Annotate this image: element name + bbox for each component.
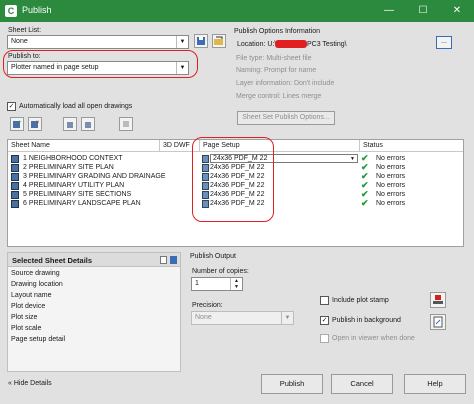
publish-in-background-checkbox[interactable]: ✓ (320, 316, 329, 325)
svg-text:×: × (36, 120, 40, 126)
app-icon: C (5, 5, 17, 17)
hide-details-label: Hide Details (13, 380, 52, 387)
detail-drawing-location: Drawing location (11, 281, 63, 288)
move-up-icon[interactable] (63, 117, 77, 131)
precision-value: None (195, 314, 212, 321)
layer-info: Layer information: Don't include (236, 80, 335, 87)
stepper-arrows-icon[interactable]: ▲ ▼ (230, 278, 242, 290)
maximize-button[interactable]: ☐ (406, 0, 440, 22)
detail-plot-size: Plot size (11, 314, 38, 321)
close-button[interactable]: ✕ (440, 0, 474, 22)
highlight-annotation (3, 50, 198, 78)
copy-icon[interactable] (160, 256, 167, 264)
svg-text:+: + (18, 120, 22, 126)
merge-control-info: Merge control: Lines merge (236, 93, 322, 100)
column-header-status[interactable]: Status (360, 140, 463, 152)
sheet-icon (11, 155, 19, 163)
add-sheets-icon[interactable]: + (10, 117, 24, 131)
details-icon[interactable] (170, 256, 177, 264)
plot-stamp-icon[interactable] (119, 117, 133, 131)
sheet-icon (11, 200, 19, 208)
sheet-icon (11, 191, 19, 199)
status-text: No errors (376, 155, 406, 162)
publish-options-header: Publish Options Information (234, 28, 320, 35)
sheet-name: 1 NEIGHBORHOOD CONTEXT (23, 155, 123, 162)
plot-stamp-settings-icon[interactable] (430, 292, 446, 308)
detail-plot-device: Plot device (11, 303, 46, 310)
detail-source-drawing: Source drawing (11, 270, 60, 277)
auto-load-checkbox[interactable]: ✓ (7, 102, 16, 111)
detail-plot-scale: Plot scale (11, 325, 42, 332)
help-button[interactable]: Help (404, 374, 466, 394)
chevron-down-icon: ▼ (350, 156, 355, 162)
publish-output-header: Publish Output (190, 253, 236, 260)
status-text: No errors (376, 191, 406, 198)
hide-details-link[interactable]: « Hide Details (8, 380, 52, 387)
checkmark-icon: ✔ (361, 198, 369, 208)
sheet-name: 5 PRELIMINARY SITE SECTIONS (23, 191, 132, 198)
location-label: Location: U:\ (237, 41, 277, 48)
copies-label: Number of copies: (192, 268, 249, 275)
status-text: No errors (376, 182, 406, 189)
detail-layout-name: Layout name (11, 292, 52, 299)
title-bar: C Publish — ☐ ✕ (0, 0, 474, 22)
chevron-down-icon: ▼ (281, 312, 293, 324)
load-sheet-list-icon[interactable] (212, 34, 226, 48)
window-title: Publish (22, 5, 52, 15)
location-suffix: PC3 Testing\ (307, 41, 347, 48)
sheet-name: 2 PRELIMINARY SITE PLAN (23, 164, 114, 171)
selected-details-header: Selected Sheet Details (8, 253, 180, 267)
sheet-name: 3 PRELIMINARY GRADING AND DRAINAGE (23, 173, 166, 180)
naming-info: Naming: Prompt for name (236, 67, 317, 74)
sheet-list-value: None (11, 38, 28, 45)
auto-load-label: Automatically load all open drawings (19, 103, 133, 110)
sheet-icon (11, 173, 19, 181)
highlight-annotation (192, 137, 274, 222)
precision-label: Precision: (192, 302, 223, 309)
save-sheet-list-icon[interactable] (194, 34, 208, 48)
sheet-name: 4 PRELIMINARY UTILITY PLAN (23, 182, 125, 189)
column-header-sheet-name[interactable]: Sheet Name (8, 140, 160, 152)
sheet-icon (11, 182, 19, 190)
include-plot-stamp-checkbox[interactable] (320, 296, 329, 305)
copies-value: 1 (195, 280, 199, 287)
copies-stepper[interactable]: 1 ▲ ▼ (191, 277, 243, 291)
status-text: No errors (376, 173, 406, 180)
move-down-icon[interactable] (81, 117, 95, 131)
publish-button[interactable]: Publish (261, 374, 323, 394)
background-settings-icon[interactable] (430, 314, 446, 330)
sheet-list-select[interactable]: None ▼ (7, 35, 189, 49)
sheet-list-label: Sheet List: (8, 27, 42, 34)
minimize-button[interactable]: — (372, 0, 406, 22)
selected-details-title: Selected Sheet Details (12, 256, 93, 265)
sheet-name: 6 PRELIMINARY LANDSCAPE PLAN (23, 200, 141, 207)
redacted-mark (275, 40, 307, 48)
file-type-info: File type: Multi-sheet file (236, 55, 312, 62)
precision-select[interactable]: None ▼ (191, 311, 294, 325)
detail-page-setup: Page setup detail (11, 336, 66, 343)
open-in-viewer-label: Open in viewer when done (332, 335, 415, 342)
status-text: No errors (376, 200, 406, 207)
chevron-down-icon: ▼ (176, 36, 188, 48)
browse-location-button[interactable]: ... (436, 36, 452, 49)
sheet-icon (11, 164, 19, 172)
publish-in-background-label: Publish in background (332, 317, 401, 324)
status-text: No errors (376, 164, 406, 171)
remove-sheets-icon[interactable]: × (28, 117, 42, 131)
open-in-viewer-checkbox[interactable] (320, 334, 329, 343)
selected-details-panel: Selected Sheet Details Source drawing Dr… (7, 252, 181, 372)
sheet-set-publish-options-button[interactable]: Sheet Set Publish Options... (237, 111, 335, 125)
include-plot-stamp-label: Include plot stamp (332, 297, 389, 304)
cancel-button[interactable]: Cancel (331, 374, 393, 394)
